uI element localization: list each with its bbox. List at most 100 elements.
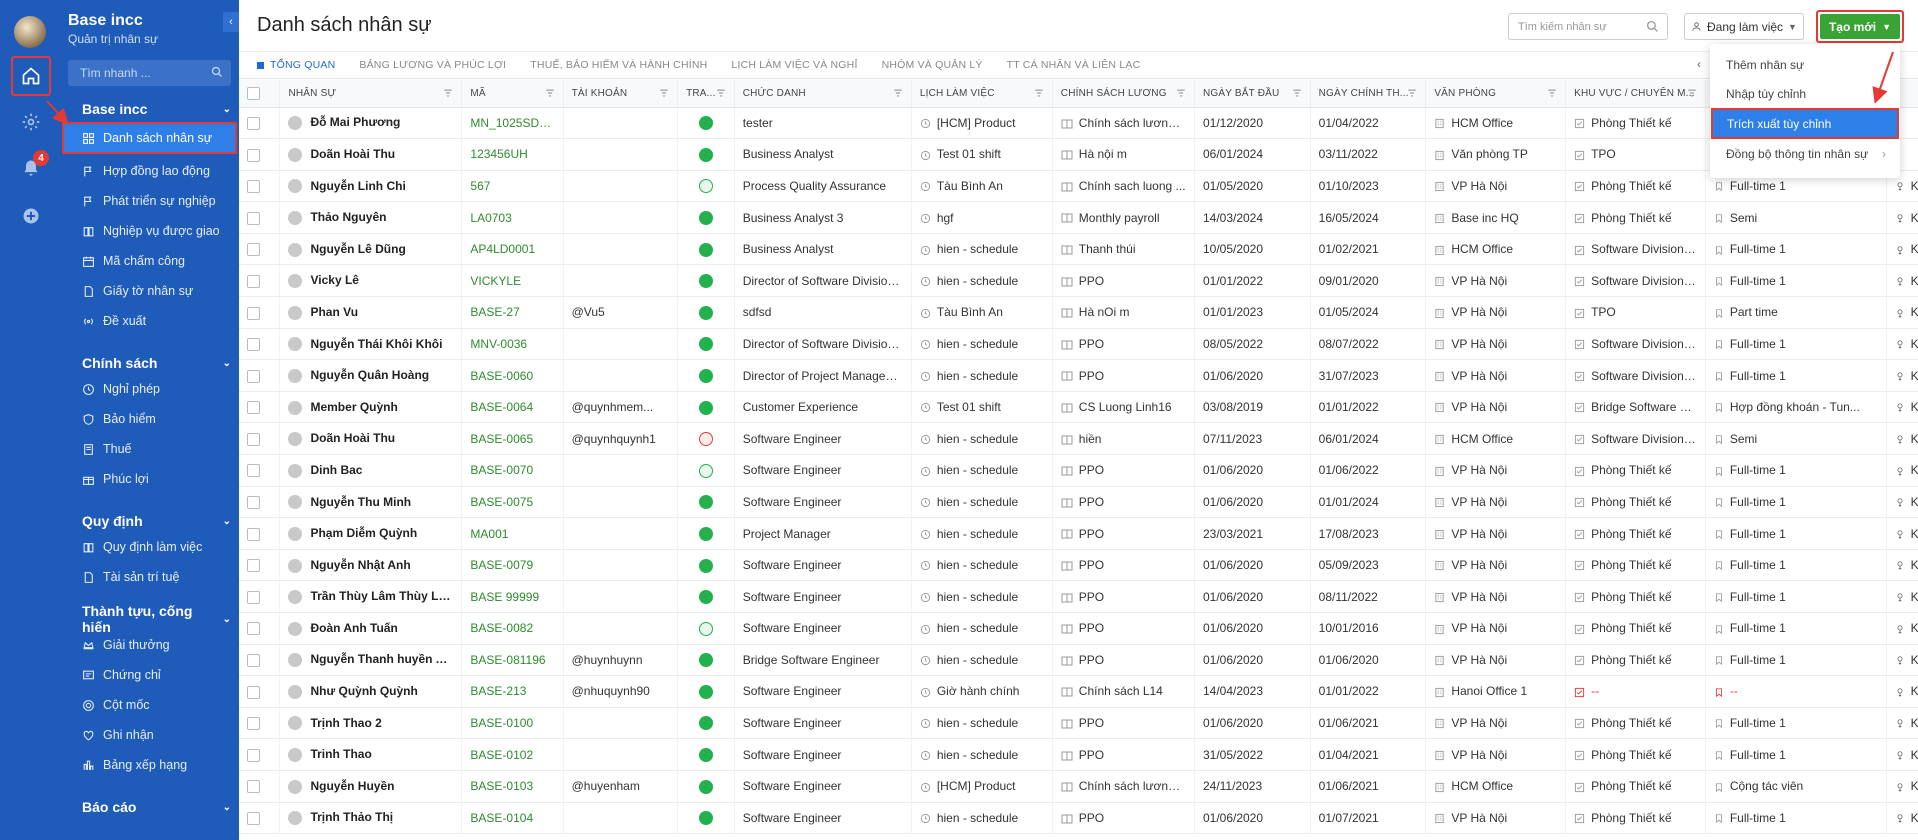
employee-name-cell[interactable]: Nguyễn Huyền [279,770,463,803]
row-checkbox[interactable] [247,432,260,446]
employee-name-cell[interactable]: Nguyễn Quân Hoàng [279,359,463,392]
company-logo[interactable] [14,16,46,48]
sidebar-section-header[interactable]: Báo cáo ⌄ [62,796,239,818]
filter-icon[interactable] [443,88,453,98]
row-checkbox[interactable] [247,780,260,794]
employee-name-cell[interactable]: Trần Thùy Lâm Thùy Linh [279,580,463,613]
table-row[interactable]: Trịnh Thao 2 BASE-0100 Software Engineer hi… [239,707,1918,740]
filter-icon[interactable] [1034,88,1044,98]
employee-code[interactable]: BASE-213 [461,675,564,708]
employee-code[interactable]: MA001 [461,517,564,550]
table-row[interactable]: Đoàn Anh Tuấn BASE-0082 Software Engineer h… [239,612,1918,645]
employee-code[interactable]: MN_1025SDFGDE12 [461,107,564,140]
sidebar-item[interactable]: Quy định làm việc [62,532,239,562]
sidebar-item[interactable]: Giấy tờ nhân sự [62,276,239,306]
employee-name-cell[interactable]: Phan Vu [279,296,463,329]
table-row[interactable]: Trinh Thao BASE-0102 Software Engineer hien… [239,738,1918,771]
table-row[interactable]: Nguyễn Linh Chi 567 Process Quality Assura… [239,170,1918,203]
table-row[interactable]: Nguyễn Quân Hoàng BASE-0060 Director of Pr… [239,359,1918,392]
employee-code[interactable]: LA0703 [461,201,564,234]
tab[interactable]: LỊCH LÀM VIỆC VÀ NGHỈ [719,52,869,79]
employee-name-cell[interactable]: Nguyễn Lê Dũng [279,233,463,266]
employee-name-cell[interactable]: Trịnh Thao 2 [279,707,463,740]
row-checkbox[interactable] [247,211,260,225]
employee-code[interactable]: BASE-0070 [461,454,564,487]
row-checkbox[interactable] [247,306,260,320]
employee-name-cell[interactable]: Đoàn Anh Tuấn [279,612,463,645]
employee-code[interactable]: BASE-0065 [461,422,564,456]
employee-code[interactable]: BASE-0075 [461,486,564,519]
employee-name-cell[interactable]: Doãn Hoài Thu [279,138,463,171]
table-row[interactable]: Doãn Hoài Thu 123456UH Business Analyst Tes… [239,138,1918,171]
sidebar-item[interactable]: Nghỉ phép [62,374,239,404]
employee-name-cell[interactable]: Trinh Thao [279,738,463,771]
row-checkbox[interactable] [247,559,260,573]
row-checkbox[interactable] [247,748,260,762]
gear-icon[interactable] [11,102,51,142]
employee-code[interactable]: AP4LD0001 [461,233,564,266]
sidebar-item[interactable]: Cột mốc [62,690,239,720]
employee-code[interactable]: BASE-0060 [461,359,564,392]
table-row[interactable]: Doãn Hoài Thu BASE-0065 @quynhquynh1 Softwa… [239,422,1918,456]
employee-name-cell[interactable]: Nguyễn Linh Chi [279,170,463,203]
row-checkbox[interactable] [247,148,260,162]
tab[interactable]: TỔNG QUAN [257,52,347,79]
status-filter-dropdown[interactable]: Đang làm việc ▼ [1684,13,1804,40]
collapse-sidebar-button[interactable]: ‹ [223,12,239,32]
sidebar-item[interactable]: Danh sách nhân sự [62,122,237,154]
table-row[interactable]: Member Quỳnh BASE-0064 @quynhmem... Custome… [239,391,1918,424]
column-header[interactable]: MÃ [461,80,564,108]
add-circle-icon[interactable] [11,196,51,236]
row-checkbox[interactable] [247,338,260,352]
tab[interactable]: TT CÁ NHÂN VÀ LIÊN LẠC [995,52,1153,79]
bell-icon[interactable]: 4 [11,148,51,188]
employee-code[interactable]: BASE-0102 [461,738,564,771]
row-checkbox[interactable] [247,274,260,288]
create-menu-item[interactable]: Đồng bộ thông tin nhân sự › [1710,139,1900,168]
employee-name-cell[interactable]: Như Quỳnh Quỳnh [279,675,463,708]
filter-icon[interactable] [1407,88,1417,98]
column-header[interactable]: NHÂN SỰ [279,80,463,108]
employee-name-cell[interactable]: Phạm Diễm Quỳnh [279,517,463,550]
row-checkbox[interactable] [247,685,260,699]
sidebar-item[interactable]: Mã chấm công [62,246,239,276]
employee-name-cell[interactable]: Member Quỳnh [279,391,463,424]
filter-icon[interactable] [545,88,555,98]
table-row[interactable]: Như Quỳnh Quỳnh BASE-213 @nhuquynh90 Softwa… [239,675,1918,708]
row-checkbox[interactable] [247,116,260,130]
table-row[interactable]: Trịnh Thảo Thị BASE-0104 Software Engineer… [239,802,1918,835]
row-checkbox[interactable] [247,180,260,194]
column-header[interactable]: LỊCH LÀM VIỆC [911,80,1053,108]
row-checkbox[interactable] [247,496,260,510]
employee-name-cell[interactable]: Doãn Hoài Thu [279,422,463,456]
table-row[interactable]: Nguyễn Thanh huyền Ad... BASE-081196 @huyn… [239,644,1918,677]
employee-code[interactable]: BASE-0103 [461,770,564,803]
table-row[interactable]: Nguyễn Huyền BASE-0103 @huyenham Software E… [239,770,1918,803]
employee-code[interactable]: 123456UH [461,138,564,171]
column-header[interactable]: TRA... [677,80,735,108]
employee-name-cell[interactable]: Trịnh Thảo Thị [279,802,463,835]
tab[interactable]: THUẾ, BẢO HIỂM VÀ HÀNH CHÍNH [518,52,719,79]
column-header[interactable]: NGÀY CHÍNH TH... [1310,80,1427,108]
row-checkbox[interactable] [247,527,260,541]
employee-code[interactable]: MNV-0036 [461,328,564,361]
sidebar-item[interactable]: Phát triển sự nghiệp [62,186,239,216]
create-menu-item[interactable]: Nhập tùy chỉnh [1710,79,1900,108]
employee-code[interactable]: BASE-0082 [461,612,564,645]
sidebar-item[interactable]: Chứng chỉ [62,660,239,690]
column-header[interactable]: TÀI KHOẢN [563,80,679,108]
row-checkbox[interactable] [247,812,260,826]
create-menu-item[interactable]: Trích xuất tùy chỉnh [1711,108,1899,139]
employee-name-cell[interactable]: Nguyễn Thái Khôi Khôi [279,328,463,361]
filter-icon[interactable] [1292,88,1302,98]
employee-code[interactable]: BASE-0100 [461,707,564,740]
tab[interactable]: NHÓM VÀ QUẢN LÝ [870,52,995,79]
employee-search-input[interactable]: Tìm kiếm nhân sự [1508,13,1668,40]
create-new-button[interactable]: Tạo mới ▼ [1816,10,1904,43]
employee-name-cell[interactable]: Đỗ Mai Phương [279,107,463,140]
employee-code[interactable]: BASE-0079 [461,549,564,582]
sidebar-item[interactable]: Đề xuất [62,306,239,336]
table-row[interactable]: Nguyễn Thái Khôi Khôi MNV-0036 Director of… [239,328,1918,361]
filter-icon[interactable] [1176,88,1186,98]
employee-code[interactable]: BASE 99999 [461,580,564,613]
